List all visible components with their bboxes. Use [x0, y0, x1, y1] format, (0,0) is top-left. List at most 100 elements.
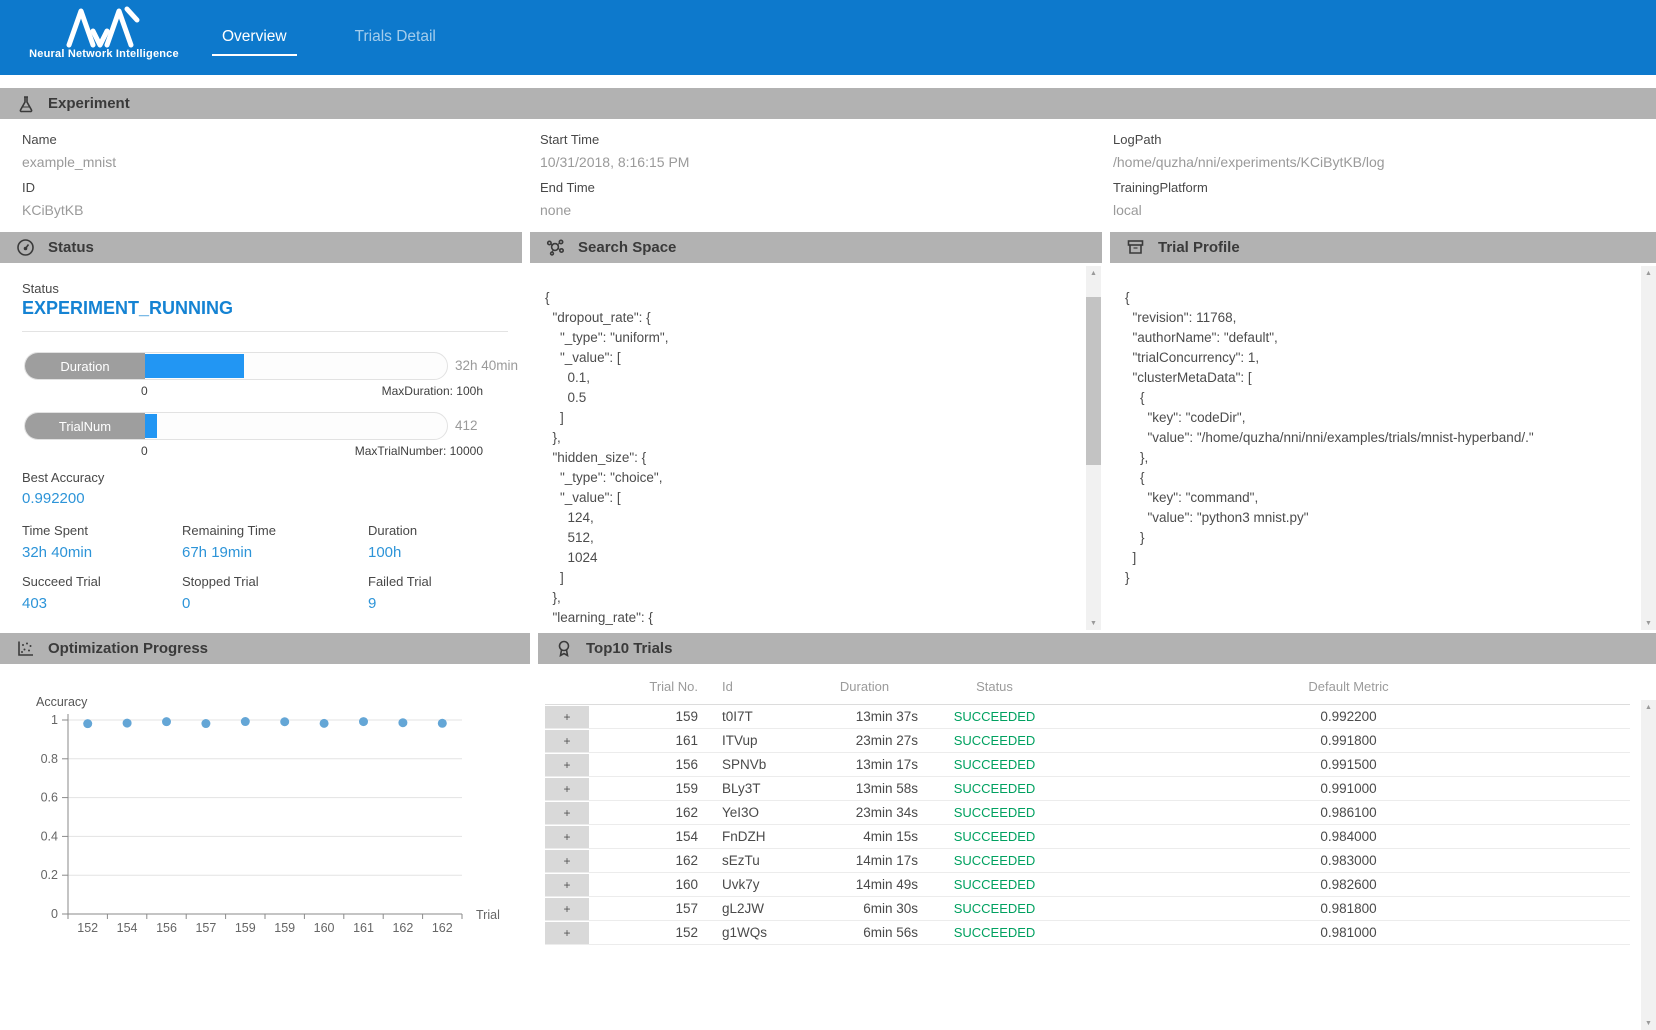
expand-row-button[interactable]: + — [545, 850, 589, 872]
section-title: Experiment — [48, 95, 130, 112]
expand-row-button[interactable]: + — [545, 730, 589, 752]
trial-no-cell: 162 — [589, 805, 702, 820]
duration-bar-label: Duration — [25, 353, 145, 379]
trial-id-cell: FnDZH — [702, 829, 807, 844]
top10-scrollbar[interactable]: ▲ ▼ — [1641, 700, 1656, 1030]
divider — [22, 331, 508, 332]
section-title: Trial Profile — [1158, 239, 1240, 256]
scroll-up-arrow[interactable]: ▲ — [1086, 266, 1101, 280]
scroll-thumb[interactable] — [1086, 297, 1101, 465]
stat-label: Duration — [368, 523, 502, 538]
field-label: Start Time — [540, 132, 1113, 147]
trial-no-cell: 159 — [589, 781, 702, 796]
data-point[interactable] — [320, 719, 329, 728]
tab-overview[interactable]: Overview — [212, 22, 297, 54]
duration-bar-range: 0 MaxDuration: 100h — [24, 384, 483, 398]
scroll-down-arrow[interactable]: ▼ — [1086, 616, 1101, 630]
data-point[interactable] — [83, 719, 92, 728]
table-row: +162YeI3O23min 34sSUCCEEDED0.986100 — [545, 801, 1630, 825]
status-cell: SUCCEEDED — [922, 757, 1067, 772]
section-title: Top10 Trials — [586, 640, 672, 657]
duration-cell: 14min 17s — [807, 853, 922, 868]
app-header: Neural Network Intelligence Overview Tri… — [0, 0, 1656, 75]
experiment-col-2: Start Time 10/31/2018, 8:16:15 PM End Ti… — [540, 132, 1113, 228]
duration-bar-fill — [145, 354, 244, 378]
expand-row-button[interactable]: + — [545, 706, 589, 728]
col-default-metric: Default Metric — [1067, 679, 1630, 694]
trial-no-cell: 152 — [589, 925, 702, 940]
status-cell: SUCCEEDED — [922, 925, 1067, 940]
trialnum-bar-range: 0 MaxTrialNumber: 10000 — [24, 444, 483, 458]
trial-profile-scrollbar[interactable]: ▲ ▼ — [1641, 266, 1656, 630]
stat-label: Remaining Time — [182, 523, 368, 538]
scroll-down-arrow[interactable]: ▼ — [1641, 1016, 1656, 1030]
stat-label: Succeed Trial — [22, 574, 182, 589]
gauge-icon — [16, 238, 35, 257]
data-point[interactable] — [162, 717, 171, 726]
metric-cell: 0.986100 — [1067, 805, 1630, 820]
flask-icon — [16, 94, 35, 113]
stat-value: 403 — [22, 595, 182, 612]
data-point[interactable] — [201, 719, 210, 728]
expand-row-button[interactable]: + — [545, 778, 589, 800]
molecule-icon — [546, 238, 565, 257]
best-accuracy-value: 0.992200 — [22, 490, 85, 507]
expand-row-button[interactable]: + — [545, 754, 589, 776]
trialnum-bar-fill — [145, 414, 157, 438]
section-title: Status — [48, 239, 94, 256]
metric-cell: 0.981800 — [1067, 901, 1630, 916]
table-row: +157gL2JW6min 30sSUCCEEDED0.981800 — [545, 897, 1630, 921]
logo-text: Neural Network Intelligence — [24, 48, 184, 60]
col-trial-no: Trial No. — [589, 679, 702, 694]
archive-box-icon — [1126, 238, 1145, 257]
x-tick-label: 159 — [274, 921, 295, 935]
duration-cell: 6min 30s — [807, 901, 922, 916]
status-value: EXPERIMENT_RUNNING — [22, 298, 233, 319]
duration-cell: 23min 34s — [807, 805, 922, 820]
duration-bar-value: 32h 40min — [455, 358, 518, 373]
data-point[interactable] — [398, 718, 407, 727]
data-point[interactable] — [359, 717, 368, 726]
x-tick-label: 156 — [156, 921, 177, 935]
data-point[interactable] — [123, 719, 132, 728]
expand-row-button[interactable]: + — [545, 802, 589, 824]
bar-min: 0 — [141, 384, 148, 398]
table-row: +161ITVup23min 27sSUCCEEDED0.991800 — [545, 729, 1630, 753]
expand-row-button[interactable]: + — [545, 826, 589, 848]
search-space-scrollbar[interactable]: ▲ ▼ — [1086, 266, 1101, 630]
field-value: 10/31/2018, 8:16:15 PM — [540, 154, 1113, 170]
x-tick-label: 157 — [195, 921, 216, 935]
expand-row-button[interactable]: + — [545, 898, 589, 920]
metric-cell: 0.983000 — [1067, 853, 1630, 868]
trial-no-cell: 157 — [589, 901, 702, 916]
trial-id-cell: sEzTu — [702, 853, 807, 868]
top10-section-header: Top10 Trials — [538, 633, 1656, 664]
stat-value: 9 — [368, 595, 502, 612]
data-point[interactable] — [241, 717, 250, 726]
scroll-up-arrow[interactable]: ▲ — [1641, 700, 1656, 714]
expand-row-button[interactable]: + — [545, 922, 589, 944]
stat-value: 100h — [368, 544, 502, 561]
duration-cell: 14min 49s — [807, 877, 922, 892]
status-cell: SUCCEEDED — [922, 709, 1067, 724]
data-point[interactable] — [280, 717, 289, 726]
trial-id-cell: gL2JW — [702, 901, 807, 916]
status-section: Status Status EXPERIMENT_RUNNING Duratio… — [0, 232, 522, 630]
scroll-down-arrow[interactable]: ▼ — [1641, 616, 1656, 630]
trial-no-cell: 161 — [589, 733, 702, 748]
col-status: Status — [922, 679, 1067, 694]
trial-profile-section: Trial Profile { "revision": 11768, "auth… — [1110, 232, 1656, 630]
nni-logo-icon — [61, 6, 147, 48]
section-title: Optimization Progress — [48, 640, 208, 657]
trial-id-cell: ITVup — [702, 733, 807, 748]
status-cell: SUCCEEDED — [922, 733, 1067, 748]
table-row: +154FnDZH4min 15sSUCCEEDED0.984000 — [545, 825, 1630, 849]
trial-profile-json: { "revision": 11768, "authorName": "defa… — [1125, 288, 1534, 588]
scroll-up-arrow[interactable]: ▲ — [1641, 266, 1656, 280]
expand-row-button[interactable]: + — [545, 874, 589, 896]
stat-succeed-trial: Succeed Trial 403 — [22, 574, 182, 612]
tab-trials-detail[interactable]: Trials Detail — [345, 22, 446, 54]
nav-tabs: Overview Trials Detail — [212, 0, 446, 75]
data-point[interactable] — [438, 719, 447, 728]
section-title: Search Space — [578, 239, 676, 256]
